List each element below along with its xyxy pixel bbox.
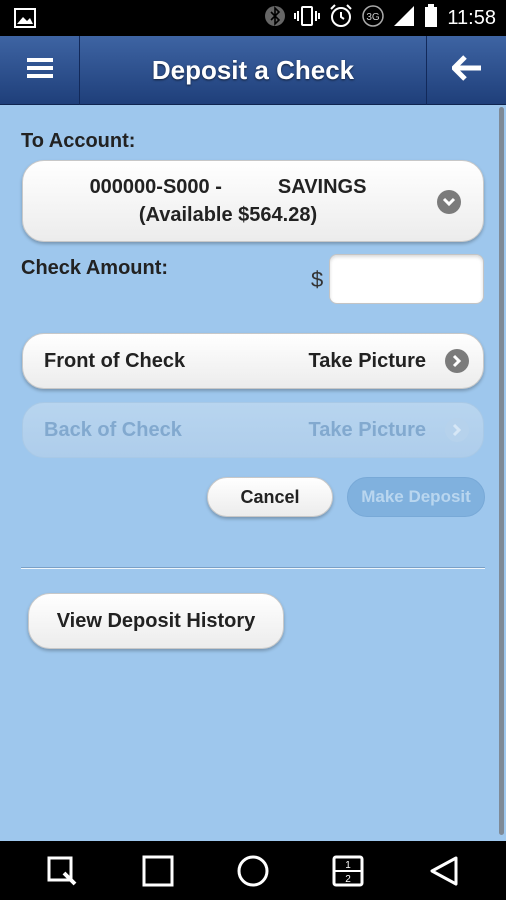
check-amount-label: Check Amount:: [21, 257, 169, 279]
battery-icon: [424, 3, 438, 33]
3g-icon: 3G: [362, 4, 385, 32]
page-title: Deposit a Check: [151, 55, 355, 85]
vibrate-icon: [294, 5, 321, 32]
account-type: SAVINGS: [277, 176, 367, 198]
navigation-bar: 12: [0, 841, 506, 900]
back-arrow-icon: [449, 55, 482, 86]
account-number: 000000-S000 -: [89, 176, 222, 198]
chevron-down-icon: [437, 190, 461, 214]
to-account-label: To Account:: [21, 130, 136, 152]
back-take-picture-label: Take Picture: [308, 419, 426, 441]
signal-icon: [393, 5, 415, 32]
make-deposit-button[interactable]: Make Deposit: [347, 477, 485, 517]
svg-text:2: 2: [345, 874, 351, 885]
svg-text:1: 1: [345, 860, 351, 871]
home-square-icon[interactable]: [140, 853, 176, 889]
divider: [21, 567, 485, 569]
recents-search-icon[interactable]: [44, 853, 80, 889]
circle-home-icon[interactable]: [235, 853, 271, 889]
front-take-picture-label: Take Picture: [308, 350, 426, 372]
split-screen-icon[interactable]: 12: [330, 853, 366, 889]
chevron-right-icon: [445, 349, 469, 373]
back-of-check-label: Back of Check: [44, 419, 182, 441]
image-icon: [14, 8, 36, 33]
menu-icon: [26, 56, 53, 85]
bluetooth-icon: [265, 5, 286, 32]
alarm-icon: [329, 3, 353, 33]
menu-button[interactable]: [0, 36, 80, 105]
back-of-check-button[interactable]: Back of Check Take Picture: [22, 402, 484, 458]
currency-symbol: $: [311, 267, 324, 292]
check-amount-input[interactable]: [329, 254, 484, 304]
account-select[interactable]: 000000-S000 - SAVINGS (Available $564.28): [22, 160, 484, 242]
status-bar: 3G 11:58: [0, 0, 506, 36]
chevron-right-icon: [445, 418, 469, 442]
app-header: Deposit a Check: [0, 36, 506, 105]
scrollbar[interactable]: [499, 107, 504, 835]
clock: 11:58: [447, 6, 496, 29]
front-of-check-label: Front of Check: [44, 350, 186, 372]
deposit-form: To Account: 000000-S000 - SAVINGS (Availa…: [0, 105, 506, 841]
back-triangle-icon[interactable]: [426, 853, 462, 889]
svg-text:3G: 3G: [367, 12, 381, 23]
front-of-check-button[interactable]: Front of Check Take Picture: [22, 333, 484, 389]
view-deposit-history-button[interactable]: View Deposit History: [28, 593, 284, 649]
back-button[interactable]: [426, 36, 506, 105]
account-available: (Available $564.28): [138, 204, 318, 226]
cancel-button[interactable]: Cancel: [207, 477, 333, 517]
